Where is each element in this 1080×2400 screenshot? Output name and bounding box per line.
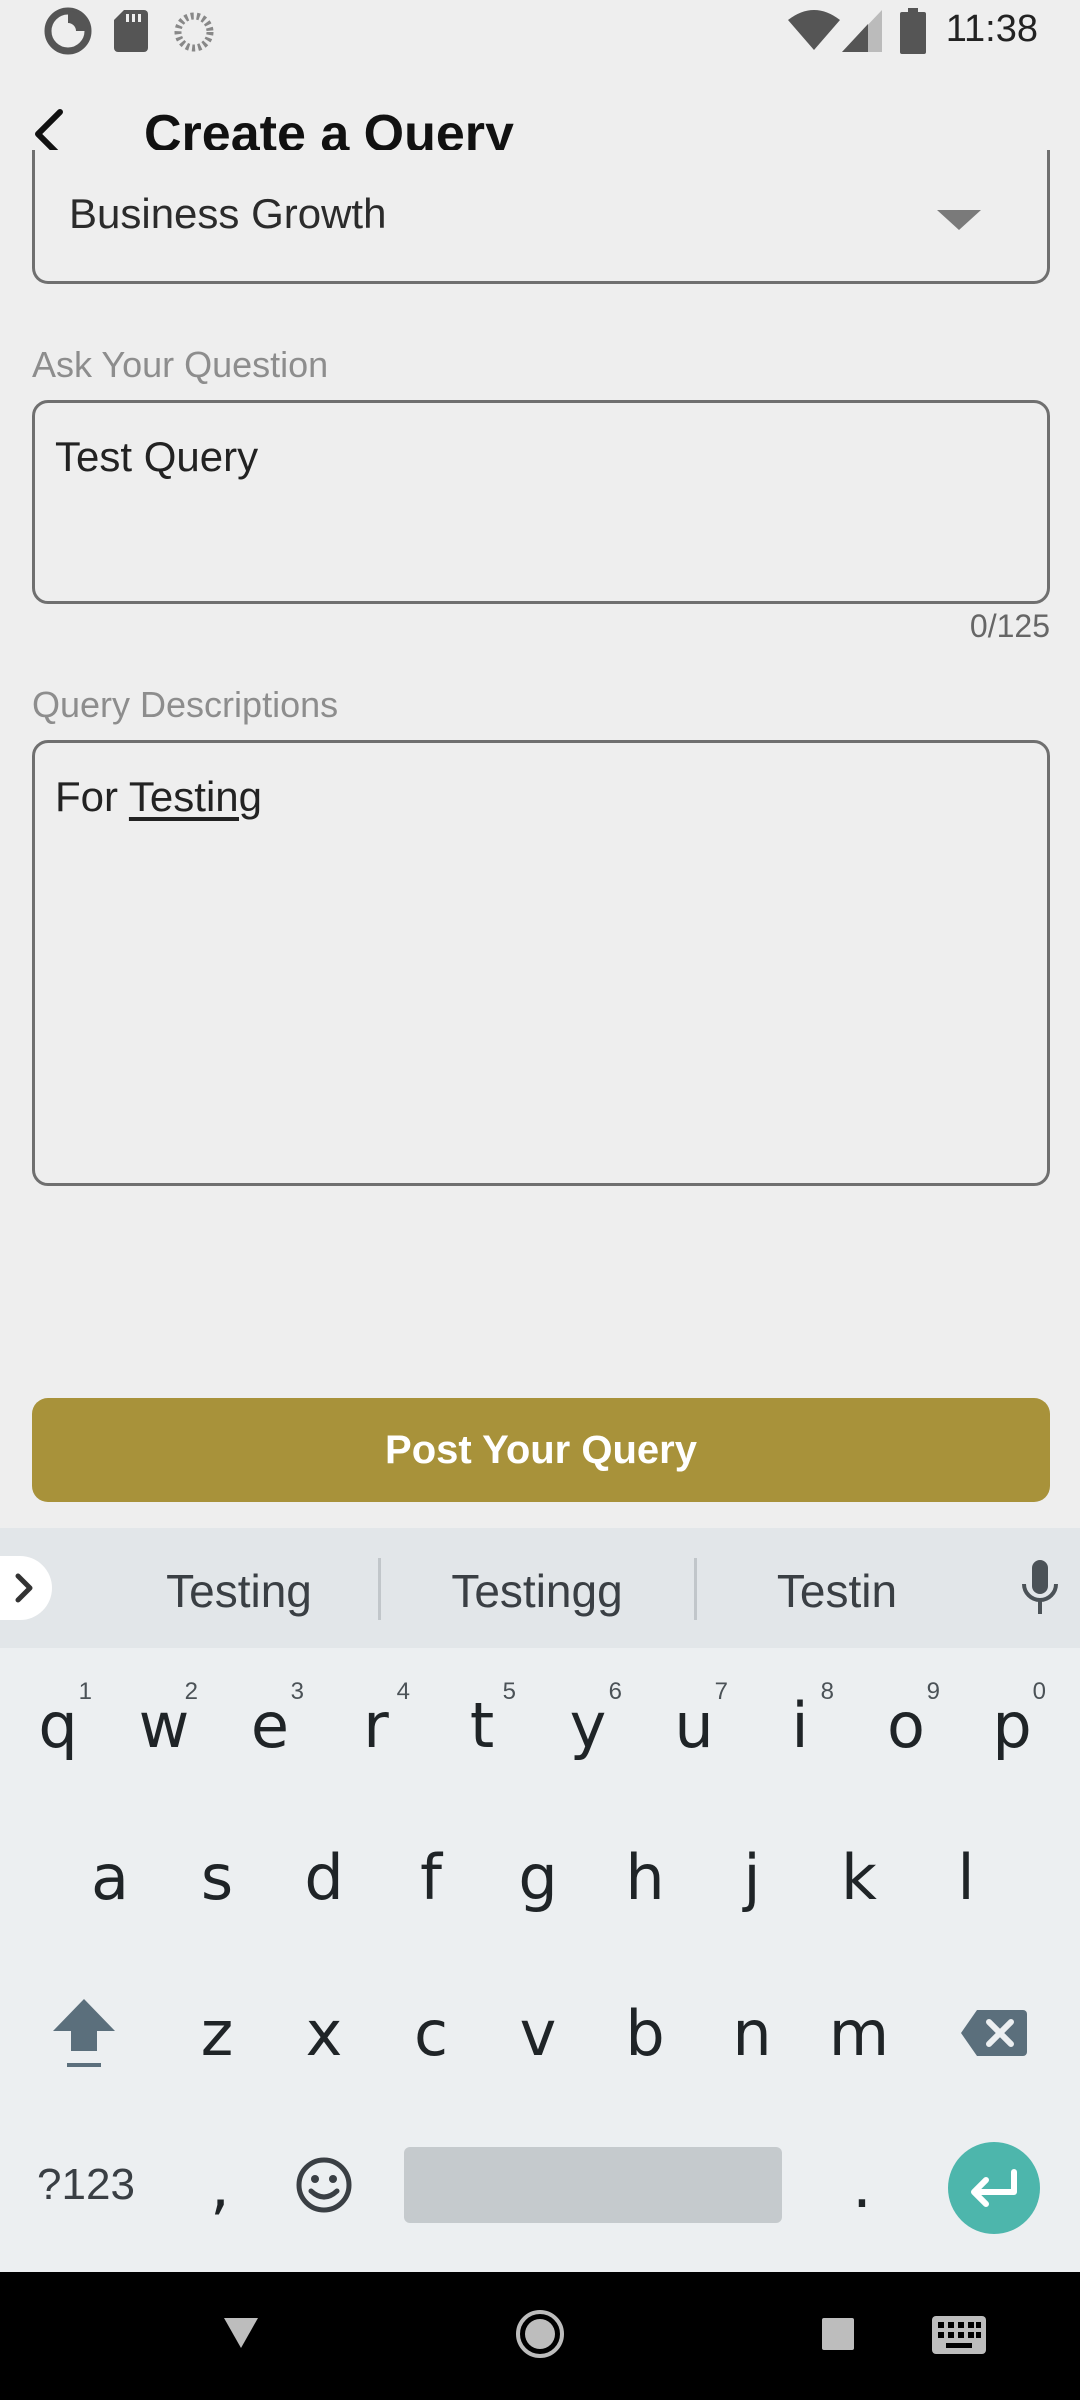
- question-input[interactable]: Test Query: [32, 400, 1050, 604]
- key-h[interactable]: h: [595, 1812, 695, 1942]
- key-hint: 2: [184, 1678, 198, 1705]
- emoji-key[interactable]: [274, 2120, 374, 2250]
- key-j[interactable]: j: [702, 1812, 802, 1942]
- period-key[interactable]: .: [812, 2120, 912, 2250]
- description-prefix: For: [55, 773, 129, 820]
- keyboard-switch-icon[interactable]: [932, 2316, 986, 2354]
- suggestion-2[interactable]: Testingg: [418, 1564, 656, 1618]
- description-composing-word: Testing: [128, 773, 262, 820]
- shift-key[interactable]: [34, 1968, 134, 2098]
- key-letter: y: [569, 1688, 607, 1762]
- key-hint: 9: [926, 1678, 940, 1705]
- app-notification-icon: [44, 7, 92, 55]
- key-n[interactable]: n: [702, 1968, 802, 2098]
- key-letter: o: [887, 1688, 925, 1762]
- key-k[interactable]: k: [809, 1812, 909, 1942]
- key-a[interactable]: a: [60, 1812, 160, 1942]
- emoji-icon: [296, 2157, 352, 2213]
- key-e[interactable]: e3: [220, 1660, 320, 1790]
- key-t[interactable]: t5: [432, 1660, 532, 1790]
- key-m[interactable]: m: [809, 1968, 909, 2098]
- category-dropdown[interactable]: Business Growth: [32, 150, 1050, 284]
- shift-icon: [53, 1999, 115, 2067]
- soft-keyboard: Testing Testingg Testin q1 w2 e3 r4 t5 y…: [0, 1528, 1080, 2272]
- question-label: Ask Your Question: [32, 344, 329, 385]
- nav-recents-icon[interactable]: [822, 2318, 854, 2350]
- key-hint: 0: [1032, 1678, 1046, 1705]
- key-s[interactable]: s: [167, 1812, 267, 1942]
- key-b[interactable]: b: [595, 1968, 695, 2098]
- key-hint: 4: [396, 1678, 410, 1705]
- enter-icon: [971, 2169, 1017, 2207]
- microphone-icon[interactable]: [1020, 1558, 1060, 1618]
- backspace-key[interactable]: [944, 1968, 1044, 2098]
- description-textarea[interactable]: For Testing: [32, 740, 1050, 1186]
- description-label: Query Descriptions: [32, 684, 339, 725]
- backspace-icon: [961, 2010, 1027, 2056]
- description-input-value: For Testing: [55, 773, 262, 821]
- suggestion-divider: [378, 1558, 381, 1620]
- nav-home-icon[interactable]: [514, 2308, 566, 2360]
- key-z[interactable]: z: [167, 1968, 267, 2098]
- key-hint: 7: [714, 1678, 728, 1705]
- nav-back-icon[interactable]: [222, 2316, 260, 2350]
- key-letter: r: [363, 1688, 389, 1762]
- system-nav-bar: [0, 2272, 1080, 2400]
- question-char-counter: 0/125: [969, 608, 1050, 644]
- key-u[interactable]: u7: [644, 1660, 744, 1790]
- suggestion-divider: [694, 1558, 697, 1620]
- key-p[interactable]: p0: [962, 1660, 1062, 1790]
- key-hint: 1: [78, 1678, 92, 1705]
- status-bar: 11:38: [0, 0, 1080, 64]
- wifi-icon: [788, 10, 840, 50]
- key-hint: 3: [290, 1678, 304, 1705]
- key-letter: u: [674, 1688, 714, 1762]
- symbols-key[interactable]: ?123: [16, 2120, 156, 2250]
- suggestion-expand-button[interactable]: [0, 1556, 52, 1620]
- key-x[interactable]: x: [274, 1968, 374, 2098]
- suggestion-3[interactable]: Testin: [718, 1564, 956, 1618]
- chevron-right-icon: [15, 1573, 33, 1603]
- sd-card-icon: [114, 10, 148, 52]
- comma-key[interactable]: ,: [170, 2120, 270, 2250]
- status-time: 11:38: [945, 8, 1038, 50]
- key-letter: i: [791, 1688, 809, 1762]
- key-f[interactable]: f: [381, 1812, 481, 1942]
- key-letter: q: [38, 1688, 78, 1762]
- enter-key[interactable]: [948, 2142, 1040, 2234]
- question-input-value: Test Query: [55, 433, 259, 480]
- battery-icon: [900, 8, 926, 54]
- key-hint: 6: [608, 1678, 622, 1705]
- key-i[interactable]: i8: [750, 1660, 850, 1790]
- key-letter: p: [992, 1688, 1032, 1762]
- key-o[interactable]: o9: [856, 1660, 956, 1790]
- key-w[interactable]: w2: [114, 1660, 214, 1790]
- key-y[interactable]: y6: [538, 1660, 638, 1790]
- key-q[interactable]: q1: [8, 1660, 108, 1790]
- key-v[interactable]: v: [488, 1968, 588, 2098]
- suggestion-1[interactable]: Testing: [120, 1564, 358, 1618]
- key-d[interactable]: d: [274, 1812, 374, 1942]
- key-r[interactable]: r4: [326, 1660, 426, 1790]
- key-hint: 5: [502, 1678, 516, 1705]
- space-bar[interactable]: [404, 2147, 782, 2223]
- key-letter: t: [469, 1688, 495, 1762]
- category-dropdown-value: Business Growth: [69, 190, 387, 237]
- key-l[interactable]: l: [916, 1812, 1016, 1942]
- key-hint: 8: [820, 1678, 834, 1705]
- suggestion-strip: Testing Testingg Testin: [0, 1528, 1080, 1648]
- key-letter: w: [138, 1688, 190, 1762]
- key-g[interactable]: g: [488, 1812, 588, 1942]
- post-query-button[interactable]: Post Your Query: [32, 1398, 1050, 1502]
- key-c[interactable]: c: [381, 1968, 481, 2098]
- loading-icon: [174, 12, 214, 52]
- chevron-down-icon: [937, 210, 981, 230]
- cell-signal-icon: [842, 10, 882, 52]
- key-letter: e: [250, 1688, 290, 1762]
